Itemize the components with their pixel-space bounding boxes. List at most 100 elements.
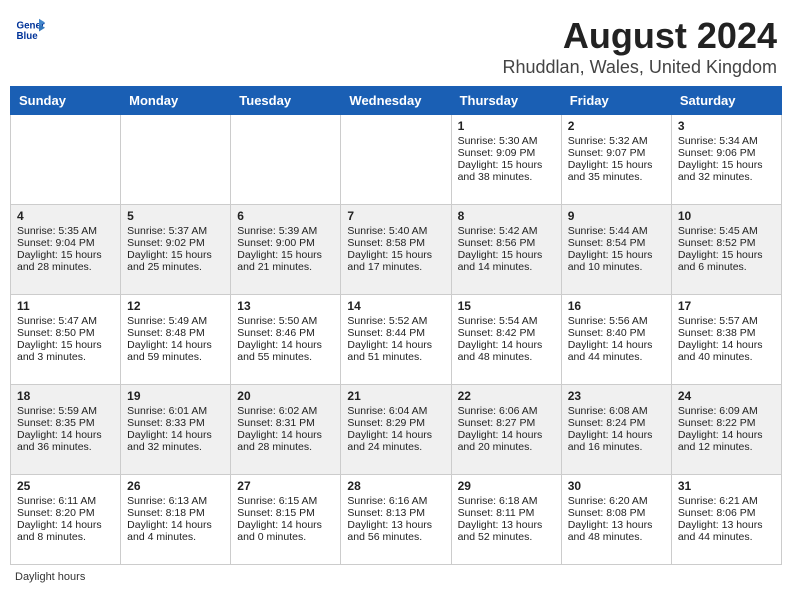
day-info: and 17 minutes. [347,261,444,273]
day-info: and 20 minutes. [458,441,555,453]
day-info: Sunrise: 5:35 AM [17,225,114,237]
day-info: Sunset: 8:33 PM [127,417,224,429]
day-info: Sunrise: 5:54 AM [458,315,555,327]
day-info: Sunset: 8:20 PM [17,507,114,519]
footer-note: Daylight hours [10,571,782,583]
day-info: Daylight: 15 hours [347,249,444,261]
table-row: 11Sunrise: 5:47 AMSunset: 8:50 PMDayligh… [11,295,121,385]
table-row: 16Sunrise: 5:56 AMSunset: 8:40 PMDayligh… [561,295,671,385]
day-info: Sunset: 8:11 PM [458,507,555,519]
day-info: Sunrise: 6:01 AM [127,405,224,417]
day-number: 12 [127,299,224,313]
calendar-table: Sunday Monday Tuesday Wednesday Thursday… [10,86,782,565]
header-monday: Monday [121,87,231,115]
table-row: 23Sunrise: 6:08 AMSunset: 8:24 PMDayligh… [561,385,671,475]
table-row: 18Sunrise: 5:59 AMSunset: 8:35 PMDayligh… [11,385,121,475]
header-tuesday: Tuesday [231,87,341,115]
table-row: 10Sunrise: 5:45 AMSunset: 8:52 PMDayligh… [671,205,781,295]
day-info: Daylight: 13 hours [458,519,555,531]
day-info: and 51 minutes. [347,351,444,363]
day-number: 19 [127,389,224,403]
day-info: Sunset: 8:44 PM [347,327,444,339]
logo: General Blue [15,15,45,45]
day-info: Sunset: 9:07 PM [568,147,665,159]
day-number: 6 [237,209,334,223]
day-info: Daylight: 14 hours [237,339,334,351]
day-info: Sunset: 8:29 PM [347,417,444,429]
table-row: 14Sunrise: 5:52 AMSunset: 8:44 PMDayligh… [341,295,451,385]
table-row: 15Sunrise: 5:54 AMSunset: 8:42 PMDayligh… [451,295,561,385]
day-info: Sunset: 8:54 PM [568,237,665,249]
table-row: 26Sunrise: 6:13 AMSunset: 8:18 PMDayligh… [121,475,231,565]
day-number: 1 [458,119,555,133]
day-info: Sunset: 8:35 PM [17,417,114,429]
table-row: 17Sunrise: 5:57 AMSunset: 8:38 PMDayligh… [671,295,781,385]
svg-text:Blue: Blue [17,31,39,42]
calendar-week-row: 1Sunrise: 5:30 AMSunset: 9:09 PMDaylight… [11,115,782,205]
header: General Blue August 2024 Rhuddlan, Wales… [10,10,782,78]
day-number: 27 [237,479,334,493]
day-info: Sunset: 8:08 PM [568,507,665,519]
table-row: 21Sunrise: 6:04 AMSunset: 8:29 PMDayligh… [341,385,451,475]
day-info: Daylight: 14 hours [17,519,114,531]
day-info: Daylight: 14 hours [237,429,334,441]
calendar-header-row: Sunday Monday Tuesday Wednesday Thursday… [11,87,782,115]
table-row [11,115,121,205]
day-info: Sunrise: 5:56 AM [568,315,665,327]
day-info: and 8 minutes. [17,531,114,543]
day-number: 28 [347,479,444,493]
table-row: 31Sunrise: 6:21 AMSunset: 8:06 PMDayligh… [671,475,781,565]
day-number: 9 [568,209,665,223]
day-info: and 38 minutes. [458,171,555,183]
day-info: Sunset: 9:09 PM [458,147,555,159]
day-info: Sunrise: 6:18 AM [458,495,555,507]
day-number: 5 [127,209,224,223]
page-subtitle: Rhuddlan, Wales, United Kingdom [503,57,777,78]
day-info: and 21 minutes. [237,261,334,273]
day-info: Sunset: 8:27 PM [458,417,555,429]
day-info: Daylight: 14 hours [347,429,444,441]
day-info: and 10 minutes. [568,261,665,273]
day-info: and 28 minutes. [17,261,114,273]
day-info: Sunrise: 5:44 AM [568,225,665,237]
table-row: 24Sunrise: 6:09 AMSunset: 8:22 PMDayligh… [671,385,781,475]
day-info: and 40 minutes. [678,351,775,363]
day-info: Daylight: 15 hours [678,159,775,171]
day-info: Daylight: 15 hours [678,249,775,261]
table-row [121,115,231,205]
day-info: Sunrise: 5:59 AM [17,405,114,417]
day-info: Sunset: 8:50 PM [17,327,114,339]
day-info: Daylight: 13 hours [347,519,444,531]
table-row: 12Sunrise: 5:49 AMSunset: 8:48 PMDayligh… [121,295,231,385]
day-info: Daylight: 13 hours [678,519,775,531]
day-number: 3 [678,119,775,133]
day-info: Sunrise: 5:39 AM [237,225,334,237]
day-info: Sunrise: 5:42 AM [458,225,555,237]
day-info: Daylight: 15 hours [568,159,665,171]
day-info: Sunset: 8:22 PM [678,417,775,429]
header-wednesday: Wednesday [341,87,451,115]
day-number: 8 [458,209,555,223]
day-info: Sunset: 9:04 PM [17,237,114,249]
table-row: 1Sunrise: 5:30 AMSunset: 9:09 PMDaylight… [451,115,561,205]
table-row: 4Sunrise: 5:35 AMSunset: 9:04 PMDaylight… [11,205,121,295]
table-row: 9Sunrise: 5:44 AMSunset: 8:54 PMDaylight… [561,205,671,295]
day-info: Daylight: 15 hours [458,249,555,261]
day-info: and 36 minutes. [17,441,114,453]
day-info: Sunset: 8:46 PM [237,327,334,339]
day-info: Daylight: 13 hours [568,519,665,531]
day-number: 17 [678,299,775,313]
day-info: Sunrise: 6:16 AM [347,495,444,507]
day-info: Sunrise: 6:02 AM [237,405,334,417]
day-info: Sunset: 8:13 PM [347,507,444,519]
day-number: 30 [568,479,665,493]
day-number: 14 [347,299,444,313]
header-thursday: Thursday [451,87,561,115]
day-info: Sunrise: 5:52 AM [347,315,444,327]
day-info: Daylight: 15 hours [17,249,114,261]
day-info: Daylight: 14 hours [127,339,224,351]
day-info: Sunset: 8:31 PM [237,417,334,429]
day-info: Sunset: 8:48 PM [127,327,224,339]
day-info: Daylight: 15 hours [127,249,224,261]
day-info: Sunrise: 5:34 AM [678,135,775,147]
